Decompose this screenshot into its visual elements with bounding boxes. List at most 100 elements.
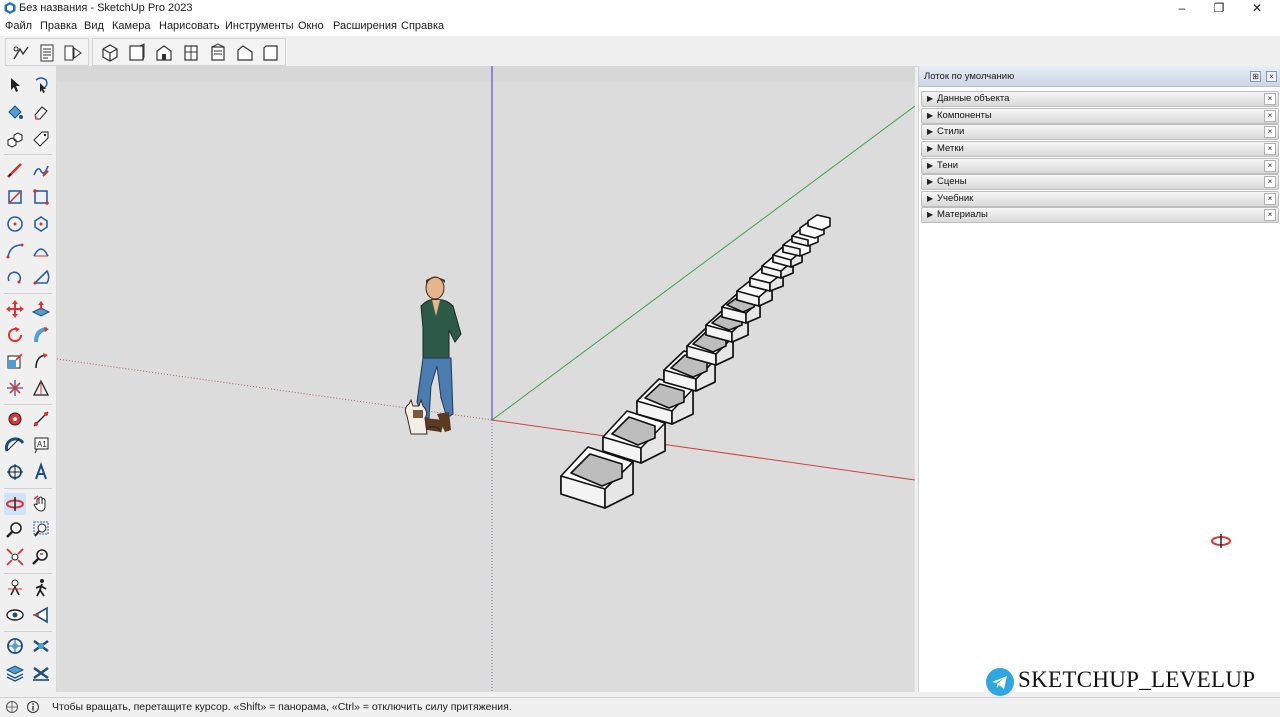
back-view-icon[interactable]: [207, 42, 229, 64]
model-scene: [57, 66, 915, 692]
flip-tool-icon[interactable]: [30, 350, 52, 372]
layers-stack-icon[interactable]: [4, 662, 26, 684]
extension-warehouse-icon[interactable]: [30, 635, 52, 657]
three-point-arc-icon[interactable]: [4, 266, 26, 288]
panel-close-icon[interactable]: ×: [1264, 160, 1276, 172]
bottom-view-icon[interactable]: [260, 42, 282, 64]
3d-text-icon[interactable]: [30, 461, 52, 483]
zoom-tool-icon[interactable]: [4, 519, 26, 541]
zoom-extents-icon[interactable]: [4, 546, 26, 568]
left-view-icon[interactable]: [234, 42, 256, 64]
model-viewport[interactable]: [57, 66, 915, 692]
expand-arrow-icon: ▶: [927, 161, 934, 170]
rotated-rectangle-icon[interactable]: [30, 186, 52, 208]
look-around-icon[interactable]: [4, 604, 26, 626]
zoom-window-icon[interactable]: [30, 519, 52, 541]
expand-arrow-icon: ▶: [927, 127, 934, 136]
expand-arrow-icon: ▶: [927, 94, 934, 103]
scale-tool-icon[interactable]: [4, 350, 26, 372]
menu-bar: Файл Правка Вид Камера Нарисовать Инстру…: [0, 17, 1280, 36]
panel-close-icon[interactable]: ×: [1264, 126, 1276, 138]
follow-me-icon[interactable]: [30, 324, 52, 346]
components-icon[interactable]: [4, 128, 26, 150]
menu-camera[interactable]: Камера: [112, 20, 150, 32]
panel-close-icon[interactable]: ×: [1264, 176, 1276, 188]
panel-close-icon[interactable]: ×: [1264, 193, 1276, 205]
info-icon[interactable]: [26, 700, 40, 714]
arc-tool-icon[interactable]: [4, 240, 26, 262]
telegram-icon: [986, 668, 1014, 696]
tape-triangle-icon[interactable]: [30, 377, 52, 399]
expand-arrow-icon: ▶: [927, 194, 934, 203]
close-button[interactable]: ✕: [1240, 0, 1274, 17]
menu-edit[interactable]: Правка: [40, 20, 77, 32]
lasso-select-icon[interactable]: [30, 74, 52, 96]
red-axis: [491, 419, 915, 481]
previous-view-icon[interactable]: [30, 546, 52, 568]
menu-draw[interactable]: Нарисовать: [159, 20, 219, 32]
freehand-tool-icon[interactable]: [30, 159, 52, 181]
panel-close-icon[interactable]: ×: [1264, 93, 1276, 105]
status-bar: Чтобы вращать, перетащите курсор. «Shift…: [0, 697, 1280, 717]
panel-styles[interactable]: ▶ Стили ×: [921, 124, 1279, 140]
panel-scenes[interactable]: ▶ Сцены ×: [921, 174, 1279, 190]
panel-materials[interactable]: ▶ Материалы ×: [921, 207, 1279, 223]
menu-window[interactable]: Окно: [298, 20, 324, 32]
tray-pin-icon[interactable]: ⊞: [1250, 71, 1261, 82]
right-view-icon[interactable]: [180, 42, 202, 64]
menu-tools[interactable]: Инструменты: [225, 20, 294, 32]
model-info-icon[interactable]: [10, 42, 32, 64]
entity-list-icon[interactable]: [36, 42, 58, 64]
paint-bucket-icon[interactable]: [4, 101, 26, 123]
panel-close-icon[interactable]: ×: [1264, 110, 1276, 122]
orbit-tool-icon[interactable]: [4, 493, 26, 515]
top-view-icon[interactable]: [126, 42, 148, 64]
front-view-icon[interactable]: [153, 42, 175, 64]
menu-view[interactable]: Вид: [84, 20, 104, 32]
rotate-tool-icon[interactable]: [4, 324, 26, 346]
section-plane-icon[interactable]: [30, 604, 52, 626]
axes-tool-icon[interactable]: [4, 461, 26, 483]
line-tool-icon[interactable]: [4, 159, 26, 181]
menu-extensions[interactable]: Расширения: [333, 20, 397, 32]
push-pull-icon[interactable]: [30, 298, 52, 320]
geo-location-icon[interactable]: [5, 700, 19, 714]
minimize-button[interactable]: –: [1165, 0, 1199, 17]
offset-tool-icon[interactable]: [4, 377, 26, 399]
dimension-tool-icon[interactable]: [30, 408, 52, 430]
tape-measure-icon[interactable]: [4, 408, 26, 430]
panel-components[interactable]: ▶ Компоненты ×: [921, 108, 1279, 124]
outliner-icon[interactable]: [62, 42, 84, 64]
title-bar: Без названия - SketchUp Pro 2023 – ❐ ✕: [0, 0, 1280, 17]
select-tool-icon[interactable]: [4, 74, 26, 96]
position-camera-icon[interactable]: [4, 577, 26, 599]
move-tool-icon[interactable]: [4, 298, 26, 320]
warehouse-icon[interactable]: [4, 635, 26, 657]
panel-shadows[interactable]: ▶ Тени ×: [921, 158, 1279, 174]
panel-instructor[interactable]: ▶ Учебник ×: [921, 191, 1279, 207]
pie-tool-icon[interactable]: [30, 266, 52, 288]
tray-close-icon[interactable]: ×: [1266, 71, 1277, 82]
iso-view-icon[interactable]: [99, 42, 121, 64]
menu-file[interactable]: Файл: [5, 20, 32, 32]
protractor-icon[interactable]: [4, 434, 26, 456]
maximize-button[interactable]: ❐: [1202, 0, 1236, 17]
panel-entity-info[interactable]: ▶ Данные объекта ×: [921, 91, 1279, 107]
eraser-icon[interactable]: [30, 101, 52, 123]
panel-tags[interactable]: ▶ Метки ×: [921, 141, 1279, 157]
two-point-arc-icon[interactable]: [30, 240, 52, 262]
circle-tool-icon[interactable]: [4, 213, 26, 235]
panel-close-icon[interactable]: ×: [1264, 143, 1276, 155]
svg-text:A1: A1: [37, 440, 47, 449]
polygon-tool-icon[interactable]: [30, 213, 52, 235]
status-text: Чтобы вращать, перетащите курсор. «Shift…: [52, 701, 512, 713]
walk-tool-icon[interactable]: [30, 577, 52, 599]
panel-close-icon[interactable]: ×: [1264, 209, 1276, 221]
window-title: Без названия - SketchUp Pro 2023: [19, 2, 193, 14]
text-tool-icon[interactable]: A1: [30, 434, 52, 456]
rectangle-tool-icon[interactable]: [4, 186, 26, 208]
menu-help[interactable]: Справка: [401, 20, 444, 32]
pan-tool-icon[interactable]: [30, 493, 52, 515]
extension-manager-icon[interactable]: [30, 662, 52, 684]
tag-tool-icon[interactable]: [30, 128, 52, 150]
